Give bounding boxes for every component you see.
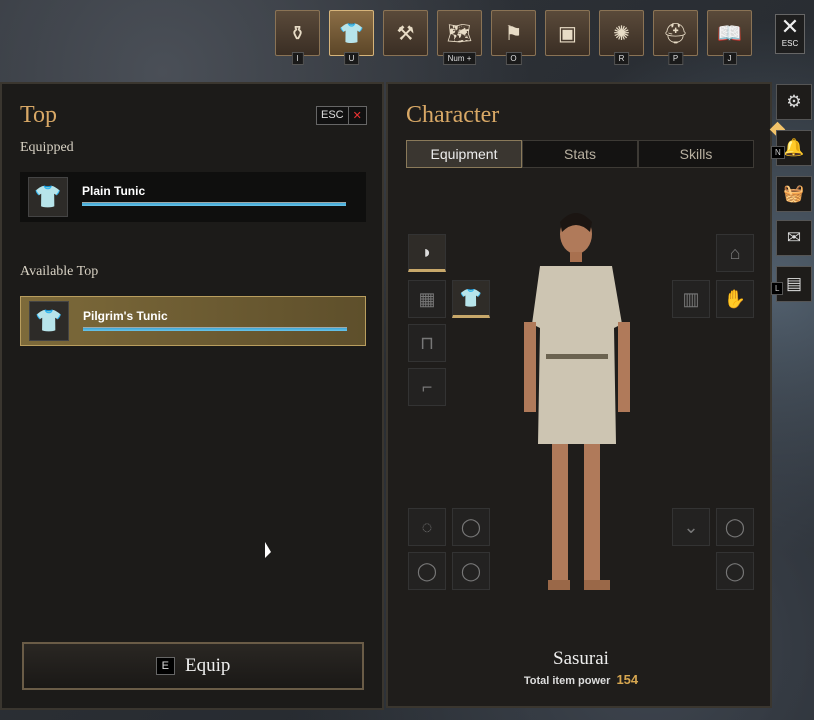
ring-slot-2[interactable]: ◯	[408, 552, 446, 590]
nav-chest-button[interactable]: ▣	[545, 10, 590, 56]
shop-icon: ▤	[785, 274, 803, 293]
legs-slot[interactable]: ⊓	[408, 324, 446, 362]
shop-button[interactable]: ▤ L	[771, 266, 812, 302]
bracelet-slot-1[interactable]: ◯	[716, 508, 754, 546]
chest-icon: ▣	[558, 22, 577, 45]
armor-icon: 👕	[339, 22, 364, 45]
hood-icon: ◗	[421, 241, 433, 262]
helmet-icon: ⛑	[662, 22, 689, 45]
nav-journal-button[interactable]: 📖 J	[707, 10, 752, 65]
notifications-button[interactable]: 🔔 N	[771, 130, 812, 166]
nav-equipment-button[interactable]: 👕 U	[329, 10, 374, 65]
nav-compass-button[interactable]: ✺ R	[599, 10, 644, 65]
tab-stats[interactable]: Stats	[522, 140, 638, 168]
item-power: Total item power 154	[523, 672, 639, 687]
bracelet-slot-2[interactable]: ◯	[716, 552, 754, 590]
item-name: Pilgrim's Tunic	[83, 309, 168, 323]
compass-icon: ✺	[613, 22, 630, 45]
top-nav: ⚱ I 👕 U ⚒ 🗺 Num + ⚑ O ▣ ✺ R ⛑ P 📖 J	[275, 10, 752, 65]
equip-button[interactable]: E Equip	[22, 642, 364, 690]
head-slot[interactable]: ◗	[408, 234, 446, 272]
hammer-icon: ⚒	[396, 22, 415, 45]
bell-icon: 🔔	[783, 138, 805, 157]
durability-bar	[82, 202, 346, 206]
character-name: Sasurai	[553, 648, 609, 669]
nav-inventory-button[interactable]: ⚱ I	[275, 10, 320, 65]
tunic-icon: 👕	[459, 287, 483, 308]
pants-icon: ⊓	[419, 332, 435, 353]
top-slot[interactable]: 👕	[452, 280, 490, 318]
bracelet-icon: ◯	[724, 560, 746, 581]
ring-icon: ◯	[460, 560, 482, 581]
panel-title: Character	[406, 102, 500, 128]
basket-button[interactable]: 🧺	[776, 176, 812, 212]
nav-banner-button[interactable]: ⚑ O	[491, 10, 536, 65]
mail-icon: ✉	[786, 228, 802, 247]
gloves-slot[interactable]: ✋	[716, 280, 754, 318]
available-label: Available Top	[20, 264, 99, 279]
durability-bar	[83, 327, 347, 331]
close-icon: ✕	[780, 14, 800, 39]
bracer-slot[interactable]: ▥	[672, 280, 710, 318]
bracelet-icon: ◯	[724, 516, 746, 537]
bracer-icon: ▥	[682, 288, 700, 309]
necklace-icon: ⌄	[683, 516, 699, 537]
earring-icon: ◌	[421, 516, 433, 537]
glove-icon: ✋	[723, 288, 747, 309]
ring-slot-3[interactable]: ◯	[452, 552, 490, 590]
cloak-icon: ⌂	[729, 242, 741, 263]
chest-slot[interactable]: ▦	[408, 280, 446, 318]
settings-button[interactable]: ⚙	[776, 84, 812, 120]
top-selection-panel: Top ESC ✕ Equipped 👕 Plain Tunic Availab…	[0, 82, 384, 710]
ring-icon: ◯	[416, 560, 438, 581]
panel-title: Top	[20, 102, 57, 128]
equipped-item-row[interactable]: 👕 Plain Tunic	[20, 172, 366, 222]
tab-equipment[interactable]: Equipment	[406, 140, 522, 168]
tunic-icon: 👕	[28, 177, 68, 217]
journal-icon: 📖	[717, 22, 742, 45]
available-item-row[interactable]: 👕 Pilgrim's Tunic	[20, 296, 366, 346]
map-icon: 🗺	[446, 22, 473, 45]
esc-close-button[interactable]: ESC ✕	[316, 106, 367, 125]
gear-icon: ⚙	[786, 92, 802, 111]
tab-skills[interactable]: Skills	[638, 140, 754, 168]
boots-icon: ⌐	[421, 376, 433, 397]
tunic-icon: 👕	[29, 301, 69, 341]
earring-slot[interactable]: ◌	[408, 508, 446, 546]
necklace-slot[interactable]: ⌄	[672, 508, 710, 546]
character-panel: Character Equipment Stats Skills ◗ ▦ 👕 ⊓…	[386, 82, 772, 708]
banner-icon: ⚑	[504, 22, 523, 45]
basket-icon: 🧺	[783, 184, 805, 203]
item-name: Plain Tunic	[82, 184, 146, 198]
close-button[interactable]: ✕ ESC	[775, 14, 805, 54]
character-tabs: Equipment Stats Skills	[406, 140, 754, 168]
ring-slot-1[interactable]: ◯	[452, 508, 490, 546]
equipped-label: Equipped	[20, 140, 74, 155]
vest-icon: ▦	[418, 288, 436, 309]
nav-crafting-button[interactable]: ⚒	[383, 10, 428, 56]
nav-helmet-button[interactable]: ⛑ P	[653, 10, 698, 65]
nav-map-button[interactable]: 🗺 Num +	[437, 10, 482, 65]
cloak-slot[interactable]: ⌂	[716, 234, 754, 272]
close-icon: ✕	[347, 107, 366, 124]
character-model	[524, 213, 630, 590]
bag-icon: ⚱	[289, 22, 306, 45]
ring-icon: ◯	[460, 516, 482, 537]
mouse-cursor	[265, 542, 277, 558]
mail-button[interactable]: ✉	[776, 220, 812, 256]
feet-slot[interactable]: ⌐	[408, 368, 446, 406]
